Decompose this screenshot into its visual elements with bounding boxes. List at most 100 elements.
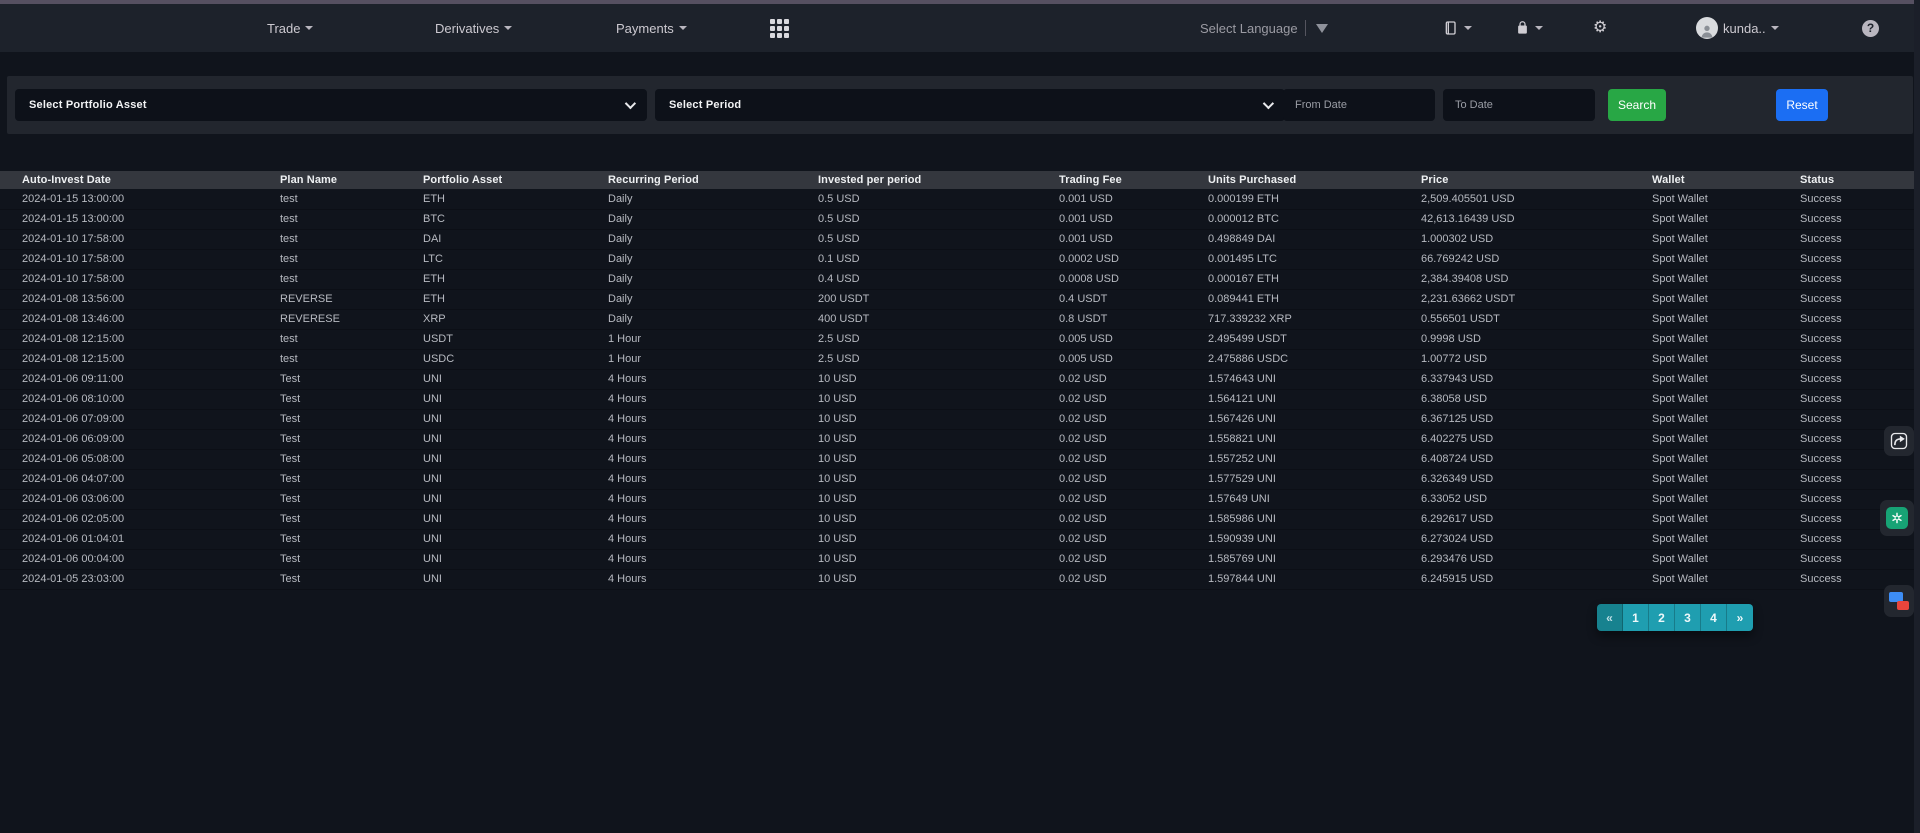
pagination-page-3[interactable]: 3 — [1675, 604, 1701, 631]
cell-auto-invest-date: 2024-01-15 13:00:00 — [0, 209, 280, 229]
cell-units-purchased: 1.574643 UNI — [1208, 369, 1421, 389]
cell-plan-name: Test — [280, 569, 423, 589]
cell-portfolio-asset: ETH — [423, 189, 608, 209]
pagination-page-2[interactable]: 2 — [1649, 604, 1675, 631]
chevron-down-icon — [625, 98, 636, 109]
pagination-page-1[interactable]: 1 — [1623, 604, 1649, 631]
portfolio-asset-select-label: Select Portfolio Asset — [29, 99, 147, 111]
cell-status: Success — [1800, 369, 1914, 389]
cell-wallet: Spot Wallet — [1652, 369, 1800, 389]
cell-portfolio-asset: UNI — [423, 529, 608, 549]
chat-extension-button[interactable] — [1884, 585, 1914, 617]
cell-plan-name: Test — [280, 449, 423, 469]
cell-invested-per-period: 2.5 USD — [818, 349, 1059, 369]
nav-menu-payments[interactable]: Payments — [616, 4, 687, 52]
chevron-down-icon — [1771, 26, 1779, 30]
cell-recurring-period: Daily — [608, 229, 818, 249]
cell-plan-name: test — [280, 209, 423, 229]
cell-price: 0.556501 USDT — [1421, 309, 1652, 329]
cell-plan-name: Test — [280, 509, 423, 529]
table-row: 2024-01-08 12:15:00testUSDT1 Hour2.5 USD… — [0, 329, 1914, 349]
cell-price: 2,509.405501 USD — [1421, 189, 1652, 209]
language-dropdown-button[interactable] — [1316, 4, 1328, 52]
portfolio-asset-select[interactable]: Select Portfolio Asset — [15, 89, 647, 121]
cell-invested-per-period: 10 USD — [818, 389, 1059, 409]
cell-recurring-period: 1 Hour — [608, 329, 818, 349]
table-row: 2024-01-06 01:04:01TestUNI4 Hours10 USD0… — [0, 529, 1914, 549]
cell-price: 1.000302 USD — [1421, 229, 1652, 249]
cell-price: 6.408724 USD — [1421, 449, 1652, 469]
cell-portfolio-asset: UNI — [423, 469, 608, 489]
reset-button[interactable]: Reset — [1776, 89, 1828, 121]
cell-units-purchased: 0.089441 ETH — [1208, 289, 1421, 309]
cell-price: 6.402275 USD — [1421, 429, 1652, 449]
cell-trading-fee: 0.02 USD — [1059, 389, 1208, 409]
cell-auto-invest-date: 2024-01-10 17:58:00 — [0, 249, 280, 269]
period-select[interactable]: Select Period — [655, 89, 1285, 121]
cell-units-purchased: 0.498849 DAI — [1208, 229, 1421, 249]
cell-recurring-period: Daily — [608, 249, 818, 269]
to-date-input[interactable] — [1455, 99, 1583, 111]
table-row: 2024-01-08 13:46:00REVERESEXRPDaily400 U… — [0, 309, 1914, 329]
cell-trading-fee: 0.001 USD — [1059, 209, 1208, 229]
cell-plan-name: Test — [280, 389, 423, 409]
chevron-down-icon — [305, 26, 313, 30]
page-scrollbar[interactable] — [1914, 0, 1920, 833]
cell-trading-fee: 0.005 USD — [1059, 329, 1208, 349]
table-row: 2024-01-06 09:11:00TestUNI4 Hours10 USD0… — [0, 369, 1914, 389]
cell-auto-invest-date: 2024-01-08 13:46:00 — [0, 309, 280, 329]
user-menu[interactable]: kunda.. — [1696, 4, 1779, 52]
cell-recurring-period: 4 Hours — [608, 449, 818, 469]
share-shortcut-button[interactable] — [1884, 426, 1914, 456]
wallet-menu[interactable] — [1515, 4, 1543, 52]
cell-invested-per-period: 10 USD — [818, 569, 1059, 589]
pagination-page-4[interactable]: 4 — [1701, 604, 1727, 631]
nav-menu-trade[interactable]: Trade — [267, 4, 313, 52]
cell-price: 6.273024 USD — [1421, 529, 1652, 549]
table-row: 2024-01-06 03:06:00TestUNI4 Hours10 USD0… — [0, 489, 1914, 509]
cell-plan-name: Test — [280, 369, 423, 389]
cell-units-purchased: 1.558821 UNI — [1208, 429, 1421, 449]
pagination-prev-button[interactable]: « — [1597, 604, 1623, 631]
cell-auto-invest-date: 2024-01-15 13:00:00 — [0, 189, 280, 209]
cell-wallet: Spot Wallet — [1652, 549, 1800, 569]
language-selector[interactable]: Select Language — [1200, 4, 1298, 52]
pagination-next-button[interactable]: » — [1727, 604, 1753, 631]
cell-recurring-period: 4 Hours — [608, 429, 818, 449]
cell-wallet: Spot Wallet — [1652, 569, 1800, 589]
cell-auto-invest-date: 2024-01-06 01:04:01 — [0, 529, 280, 549]
orders-menu[interactable] — [1443, 4, 1472, 52]
cell-recurring-period: 4 Hours — [608, 569, 818, 589]
from-date-input[interactable] — [1295, 99, 1423, 111]
cell-price: 0.9998 USD — [1421, 329, 1652, 349]
chat-bubbles-icon — [1889, 592, 1909, 610]
cell-units-purchased: 0.000012 BTC — [1208, 209, 1421, 229]
column-header-status: Status — [1800, 171, 1914, 189]
cell-price: 42,613.16439 USD — [1421, 209, 1652, 229]
cell-portfolio-asset: USDC — [423, 349, 608, 369]
chevron-down-icon — [679, 26, 687, 30]
cell-auto-invest-date: 2024-01-10 17:58:00 — [0, 269, 280, 289]
cell-recurring-period: Daily — [608, 269, 818, 289]
apps-menu-button[interactable] — [770, 4, 789, 52]
chatgpt-extension-button[interactable] — [1880, 500, 1914, 536]
cell-portfolio-asset: UNI — [423, 509, 608, 529]
search-button[interactable]: Search — [1608, 89, 1666, 121]
cell-portfolio-asset: UNI — [423, 569, 608, 589]
cell-status: Success — [1800, 389, 1914, 409]
cell-wallet: Spot Wallet — [1652, 349, 1800, 369]
cell-plan-name: test — [280, 189, 423, 209]
cell-trading-fee: 0.4 USDT — [1059, 289, 1208, 309]
table-row: 2024-01-06 00:04:00TestUNI4 Hours10 USD0… — [0, 549, 1914, 569]
cell-invested-per-period: 0.1 USD — [818, 249, 1059, 269]
cell-invested-per-period: 0.4 USD — [818, 269, 1059, 289]
cell-status: Success — [1800, 309, 1914, 329]
settings-button[interactable]: ⚙ — [1593, 4, 1607, 52]
cell-portfolio-asset: UNI — [423, 389, 608, 409]
nav-menu-derivatives[interactable]: Derivatives — [435, 4, 512, 52]
help-button[interactable]: ? — [1862, 4, 1879, 52]
cell-price: 2,384.39408 USD — [1421, 269, 1652, 289]
cell-wallet: Spot Wallet — [1652, 449, 1800, 469]
cell-plan-name: REVERSE — [280, 289, 423, 309]
cell-wallet: Spot Wallet — [1652, 489, 1800, 509]
